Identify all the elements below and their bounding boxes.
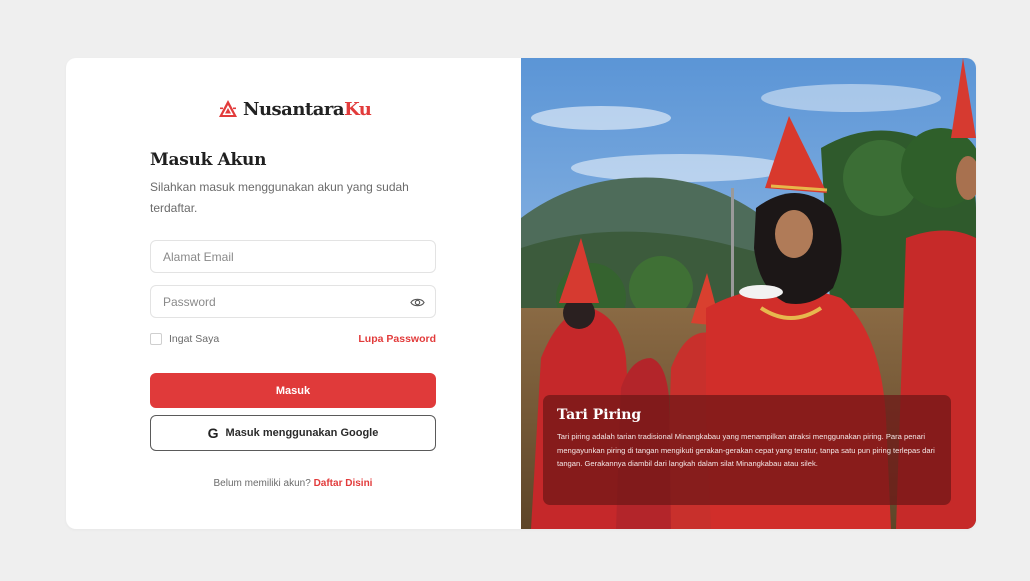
register-prompt: Belum memiliki akun? Daftar Disini	[150, 478, 436, 489]
google-login-label: Masuk menggunakan Google	[225, 427, 379, 439]
email-input[interactable]	[151, 241, 435, 272]
remember-me[interactable]: Ingat Saya	[150, 333, 219, 345]
register-text: Belum memiliki akun?	[213, 478, 311, 489]
brand-name-primary: Nusantara	[243, 98, 345, 120]
page-subtitle: Silahkan masuk menggunakan akun yang sud…	[150, 180, 409, 215]
remember-checkbox[interactable]	[150, 333, 162, 345]
brand-name: NusantaraKu	[243, 98, 372, 120]
email-field[interactable]	[150, 240, 436, 273]
brand-name-accent: Ku	[344, 98, 372, 120]
brand-logo[interactable]: NusantaraKu	[218, 96, 372, 122]
page-title: Masuk Akun	[150, 150, 267, 170]
caption-text: Tari piring adalah tarian tradisional Mi…	[557, 432, 935, 468]
caption-title: Tari Piring	[557, 407, 642, 423]
showcase-panel: Tari Piring Tari piring adalah tarian tr…	[521, 58, 976, 529]
google-login-button[interactable]: G Masuk menggunakan Google	[150, 415, 436, 451]
remember-label: Ingat Saya	[169, 333, 220, 345]
register-link[interactable]: Daftar Disini	[314, 478, 373, 489]
ornament-logo-icon	[219, 100, 237, 117]
forgot-password-link[interactable]: Lupa Password	[358, 333, 436, 345]
google-icon: G	[207, 425, 219, 441]
login-panel: NusantaraKu Masuk Akun Silahkan masuk me…	[66, 58, 521, 529]
password-input[interactable]	[151, 286, 435, 317]
caption-box: Tari Piring Tari piring adalah tarian tr…	[543, 395, 951, 505]
login-button[interactable]: Masuk	[150, 373, 436, 408]
eye-icon[interactable]	[410, 295, 425, 310]
login-card: NusantaraKu Masuk Akun Silahkan masuk me…	[66, 58, 976, 529]
password-field[interactable]	[150, 285, 436, 318]
